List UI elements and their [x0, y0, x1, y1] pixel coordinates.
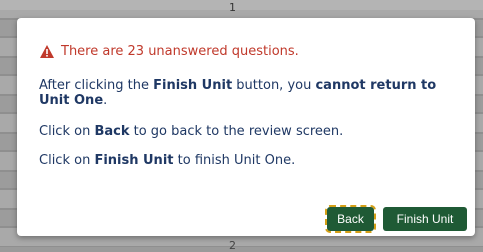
text-segment: to go back to the review screen. — [129, 124, 344, 139]
finish-unit-emphasis: Finish Unit — [153, 78, 233, 93]
background-question-number: 1 — [229, 1, 236, 14]
finish-instruction: Click on Finish Unit to finish Unit One. — [39, 153, 459, 168]
finish-unit-dialog: There are 23 unanswered questions. After… — [17, 18, 475, 236]
back-button[interactable]: Back — [325, 205, 376, 233]
back-instruction: Click on Back to go back to the review s… — [39, 124, 459, 139]
finish-unit-button[interactable]: Finish Unit — [383, 207, 467, 231]
finish-unit-emphasis: Finish Unit — [94, 153, 174, 168]
background-question-number: 2 — [229, 239, 236, 252]
text-segment: to finish Unit One. — [173, 153, 296, 168]
back-emphasis: Back — [94, 124, 130, 139]
text-segment: After clicking the — [39, 78, 154, 93]
warning-triangle-icon — [39, 44, 55, 59]
text-segment: Click on — [39, 153, 95, 168]
text-segment: . — [103, 93, 108, 108]
warning-message: There are 23 unanswered questions. — [39, 44, 299, 59]
text-segment: Click on — [39, 124, 95, 139]
text-segment: button, you — [232, 78, 316, 93]
warning-text: There are 23 unanswered questions. — [61, 44, 299, 59]
finish-warning-paragraph: After clicking the Finish Unit button, y… — [39, 78, 459, 108]
